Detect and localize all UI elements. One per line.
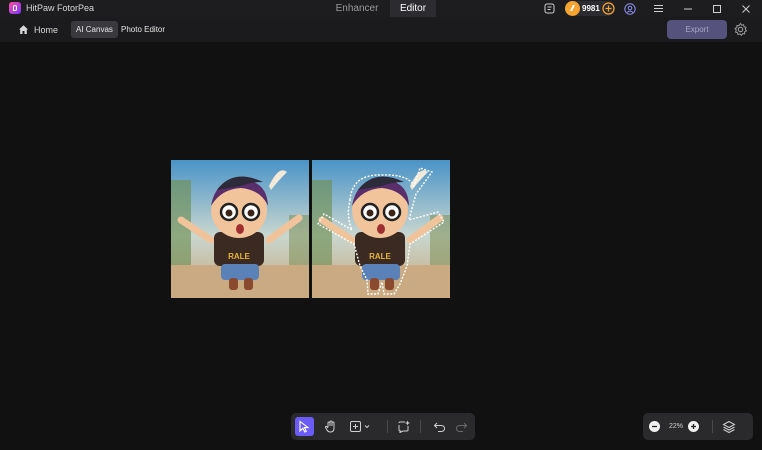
home-label: Home — [34, 24, 59, 35]
plus-circle-icon[interactable] — [601, 1, 616, 16]
toolbar-divider — [712, 420, 713, 433]
svg-text:RALE: RALE — [228, 252, 250, 261]
undo-icon[interactable] — [430, 417, 449, 436]
maximize-icon[interactable] — [709, 1, 724, 16]
tab-ai-canvas[interactable]: AI Canvas — [71, 21, 118, 38]
canvas-toolbar — [291, 413, 475, 440]
zoom-out-icon[interactable] — [645, 417, 664, 436]
credits-count: 9981 — [582, 4, 600, 13]
add-icon[interactable] — [347, 417, 375, 436]
coin-icon — [565, 1, 580, 16]
canvas-image-cutout[interactable]: RALE — [312, 160, 450, 298]
layers-icon[interactable] — [719, 417, 738, 436]
editor-navbar: Home AI Canvas Photo Editor Export — [0, 17, 762, 42]
toolbar-divider — [387, 420, 388, 433]
close-icon[interactable] — [738, 1, 753, 16]
ai-icon[interactable] — [394, 417, 413, 436]
hand-icon[interactable] — [321, 417, 340, 436]
tab-editor[interactable]: Editor — [390, 0, 436, 17]
menu-icon[interactable] — [651, 1, 666, 16]
export-button[interactable]: Export — [667, 20, 727, 39]
app-name: HitPaw FotorPea — [26, 3, 95, 13]
toolbar-divider — [420, 420, 421, 433]
tab-enhancer[interactable]: Enhancer — [324, 0, 390, 17]
zoom-in-icon[interactable] — [684, 417, 703, 436]
redo-icon[interactable] — [452, 417, 471, 436]
svg-text:RALE: RALE — [369, 252, 391, 261]
chat-icon[interactable] — [542, 1, 557, 16]
settings-icon[interactable] — [733, 22, 748, 37]
home-button[interactable]: Home — [18, 23, 58, 36]
select-icon[interactable] — [295, 417, 314, 436]
zoom-toolbar: 22% — [643, 413, 753, 440]
canvas-image-original[interactable]: RALE — [171, 160, 309, 298]
user-icon[interactable] — [622, 1, 637, 16]
app-logo-icon — [9, 2, 21, 14]
home-icon — [19, 25, 28, 34]
title-bar: HitPaw FotorPea Enhancer Editor 9981 — [0, 0, 762, 17]
minimize-icon[interactable] — [680, 1, 695, 16]
tab-photo-editor[interactable]: Photo Editor — [116, 21, 170, 38]
